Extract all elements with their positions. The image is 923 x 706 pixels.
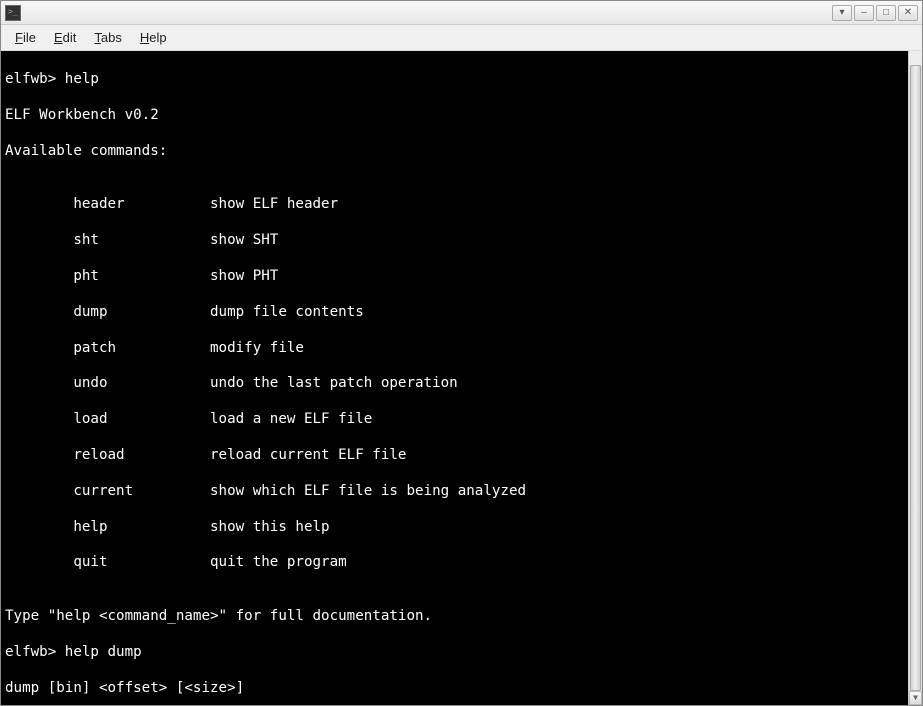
maximize-button[interactable]: □ [876, 5, 896, 21]
terminal-line: patch modify file [5, 340, 918, 358]
menu-help[interactable]: Help [132, 27, 175, 48]
scroll-down-icon[interactable]: ▼ [909, 691, 922, 705]
terminal-line: Available commands: [5, 143, 918, 161]
terminal-app-icon [5, 5, 21, 21]
menu-help-rest: elp [149, 30, 166, 45]
terminal-line: quit quit the program [5, 554, 918, 572]
terminal-line: current show which ELF file is being ana… [5, 483, 918, 501]
terminal-line: pht show PHT [5, 268, 918, 286]
minimize-button[interactable]: – [854, 5, 874, 21]
menubar: File Edit Tabs Help [1, 25, 922, 51]
menu-file[interactable]: File [7, 27, 44, 48]
menu-edit-rest: dit [63, 30, 77, 45]
terminal-line: elfwb> help dump [5, 644, 918, 662]
close-button[interactable]: ✕ [898, 5, 918, 21]
terminal-line: dump [bin] <offset> [<size>] [5, 680, 918, 698]
terminal-line: dump dump file contents [5, 304, 918, 322]
scrollbar[interactable]: ▲ ▼ [908, 51, 922, 705]
terminal-window: ▾ – □ ✕ File Edit Tabs Help elfwb> help … [0, 0, 923, 706]
terminal-line: sht show SHT [5, 232, 918, 250]
terminal-line: Type "help <command_name>" for full docu… [5, 608, 918, 626]
menu-file-rest: ile [23, 30, 36, 45]
terminal-area[interactable]: elfwb> help ELF Workbench v0.2 Available… [1, 51, 922, 705]
menu-button[interactable]: ▾ [832, 5, 852, 21]
menu-edit[interactable]: Edit [46, 27, 84, 48]
titlebar[interactable]: ▾ – □ ✕ [1, 1, 922, 25]
terminal-line: reload reload current ELF file [5, 447, 918, 465]
terminal-line: load load a new ELF file [5, 411, 918, 429]
terminal-line: ELF Workbench v0.2 [5, 107, 918, 125]
scroll-thumb[interactable] [910, 65, 921, 691]
terminal-line: undo undo the last patch operation [5, 375, 918, 393]
terminal-line: elfwb> help [5, 71, 918, 89]
terminal-line: help show this help [5, 519, 918, 537]
terminal-line: header show ELF header [5, 196, 918, 214]
menu-tabs[interactable]: Tabs [86, 27, 129, 48]
scroll-track[interactable] [909, 65, 922, 691]
menu-tabs-rest: abs [101, 30, 122, 45]
window-controls: ▾ – □ ✕ [832, 5, 918, 21]
